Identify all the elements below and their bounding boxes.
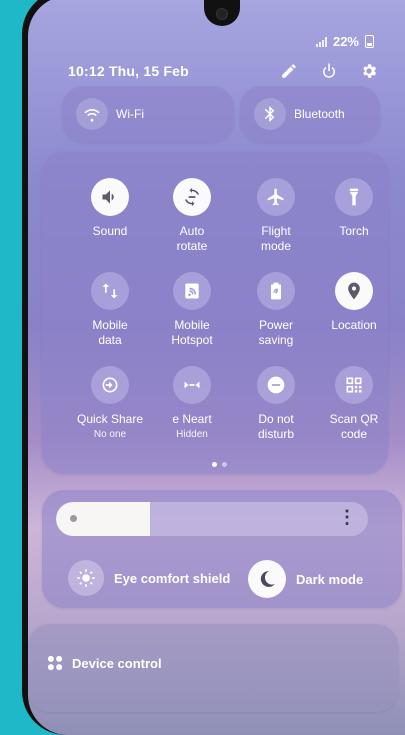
more-options-icon[interactable]: ⋮ — [338, 508, 356, 526]
brightness-slider[interactable]: ⋮ — [56, 502, 368, 536]
wifi-label: Wi-Fi — [116, 107, 144, 121]
device-control-label: Device control — [72, 655, 162, 671]
tile-10[interactable]: e Neart Hidden — [152, 366, 232, 442]
moon-icon — [260, 571, 275, 587]
battery-icon — [365, 35, 374, 48]
header: 10:12 Thu, 15 Feb — [68, 60, 378, 82]
device-grid-icon — [47, 655, 63, 671]
speaker-icon — [102, 190, 114, 204]
tile-button[interactable] — [91, 272, 129, 310]
phone-frame: 22% 10:12 Thu, 15 Feb Wi-Fi Bluetooth So… — [22, 0, 405, 735]
quick-share-icon — [102, 377, 118, 393]
tile-1[interactable]: Sound — [70, 178, 150, 239]
tile-label: Do not disturb — [257, 412, 295, 441]
bluetooth-toggle[interactable]: Bluetooth — [240, 86, 380, 142]
tile-sublabel: Hidden — [176, 429, 208, 440]
tile-button[interactable] — [335, 272, 373, 310]
camera-notch — [204, 0, 240, 26]
brightness-sun-icon — [70, 515, 77, 522]
bluetooth-label: Bluetooth — [294, 107, 345, 121]
tile-button[interactable] — [335, 178, 373, 216]
quick-tiles-panel: Sound Auto rotate Flight mode Torch Mobile d… — [42, 152, 388, 474]
wifi-icon — [84, 109, 100, 122]
tile-9[interactable]: Quick Share No one — [70, 366, 150, 442]
tile-4[interactable]: Torch — [314, 178, 394, 239]
battery-leaf-icon — [271, 282, 281, 300]
brightness-panel: ⋮ Eye comfort shield Dark mode — [42, 490, 402, 608]
status-bar: 22% — [315, 34, 374, 49]
tile-5[interactable]: Mobile data — [70, 272, 150, 348]
device-control-panel[interactable]: Device control — [28, 624, 398, 712]
tile-button[interactable] — [91, 366, 129, 404]
tile-label: e Neart — [172, 412, 212, 426]
tile-button[interactable] — [91, 178, 129, 216]
tile-12[interactable]: Scan QR code — [314, 366, 394, 442]
tile-3[interactable]: Flight mode — [236, 178, 316, 254]
flashlight-icon — [349, 188, 359, 206]
bluetooth-icon — [264, 106, 275, 122]
location-pin-icon — [348, 282, 360, 300]
tile-8[interactable]: Location — [314, 272, 394, 333]
power-icon[interactable] — [320, 62, 338, 80]
tile-button[interactable] — [173, 178, 211, 216]
dnd-icon — [267, 376, 285, 394]
tile-button[interactable] — [335, 366, 373, 404]
tile-label: Power saving — [258, 318, 294, 347]
nearby-icon — [184, 381, 200, 389]
tile-label: Location — [331, 318, 377, 332]
dark-mode-toggle[interactable]: Dark mode — [248, 560, 363, 598]
tile-button[interactable] — [173, 366, 211, 404]
airplane-icon — [267, 188, 284, 206]
wifi-toggle[interactable]: Wi-Fi — [62, 86, 234, 142]
tile-7[interactable]: Power saving — [236, 272, 316, 348]
eye-comfort-label: Eye comfort shield — [114, 570, 231, 586]
dark-mode-label: Dark mode — [296, 571, 364, 587]
tile-6[interactable]: Mobile Hotspot — [152, 272, 232, 348]
tile-2[interactable]: Auto rotate — [152, 178, 232, 254]
battery-percent: 22% — [332, 34, 359, 49]
tile-label: Mobile Hotspot — [171, 318, 213, 347]
hotspot-icon — [185, 283, 199, 299]
page-indicator — [212, 462, 227, 467]
eye-comfort-toggle[interactable]: Eye comfort shield — [68, 560, 230, 596]
tile-label: Quick Share — [76, 412, 144, 426]
tile-label: Flight mode — [260, 224, 292, 253]
signal-icon — [315, 36, 327, 47]
tile-button[interactable] — [257, 366, 295, 404]
edit-pencil-icon[interactable] — [280, 62, 298, 80]
tile-11[interactable]: Do not disturb — [236, 366, 316, 442]
tile-button[interactable] — [257, 272, 295, 310]
qr-icon — [346, 377, 362, 393]
rotate-icon — [184, 187, 200, 207]
tile-label: Torch — [339, 224, 369, 238]
quick-settings-screen: 22% 10:12 Thu, 15 Feb Wi-Fi Bluetooth So… — [28, 0, 405, 735]
tile-button[interactable] — [173, 272, 211, 310]
tile-label: Scan QR code — [329, 412, 379, 441]
tile-button[interactable] — [257, 178, 295, 216]
date-time: 10:12 Thu, 15 Feb — [68, 63, 189, 79]
mobile-data-icon — [102, 283, 118, 299]
tile-label: Auto rotate — [176, 224, 208, 253]
tile-sublabel: No one — [93, 429, 127, 440]
tile-label: Mobile data — [92, 318, 128, 347]
settings-gear-icon[interactable] — [360, 62, 378, 80]
tile-label: Sound — [92, 224, 128, 238]
sun-icon — [77, 569, 95, 587]
